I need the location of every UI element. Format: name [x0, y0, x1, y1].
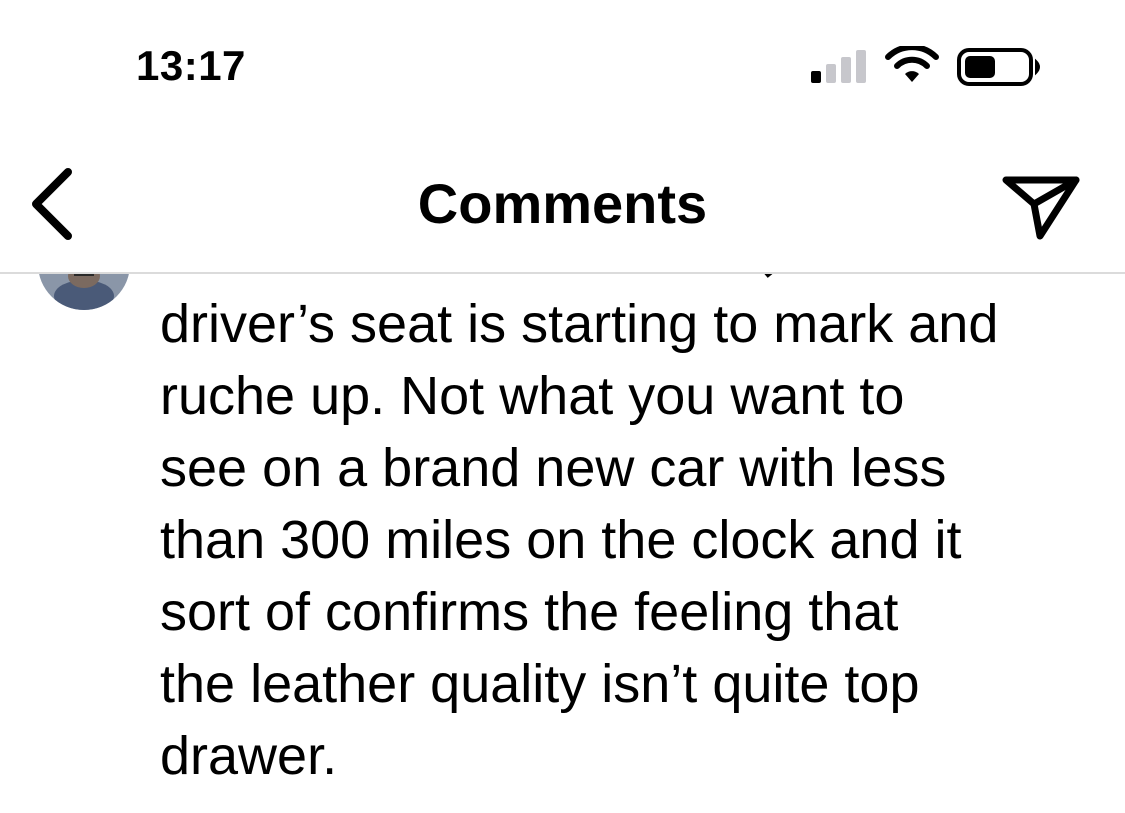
comment-item: driver’s seat is starting to mark and ru… [0, 272, 1125, 813]
paper-plane-icon[interactable] [1000, 172, 1082, 242]
cellular-signal-icon [811, 50, 866, 83]
wifi-icon [885, 46, 939, 82]
nav-header: Comments [0, 150, 1125, 274]
comments-screen: 13:17 Comments driver’s seat is starting… [0, 0, 1125, 813]
view-replies-link[interactable] [166, 802, 826, 813]
status-bar: 13:17 [0, 0, 1125, 130]
battery-icon [957, 48, 1040, 86]
avatar[interactable] [38, 272, 130, 310]
status-time: 13:17 [136, 42, 246, 89]
comment-body: driver’s seat is starting to mark and ru… [160, 294, 999, 786]
page-title: Comments [417, 172, 708, 235]
